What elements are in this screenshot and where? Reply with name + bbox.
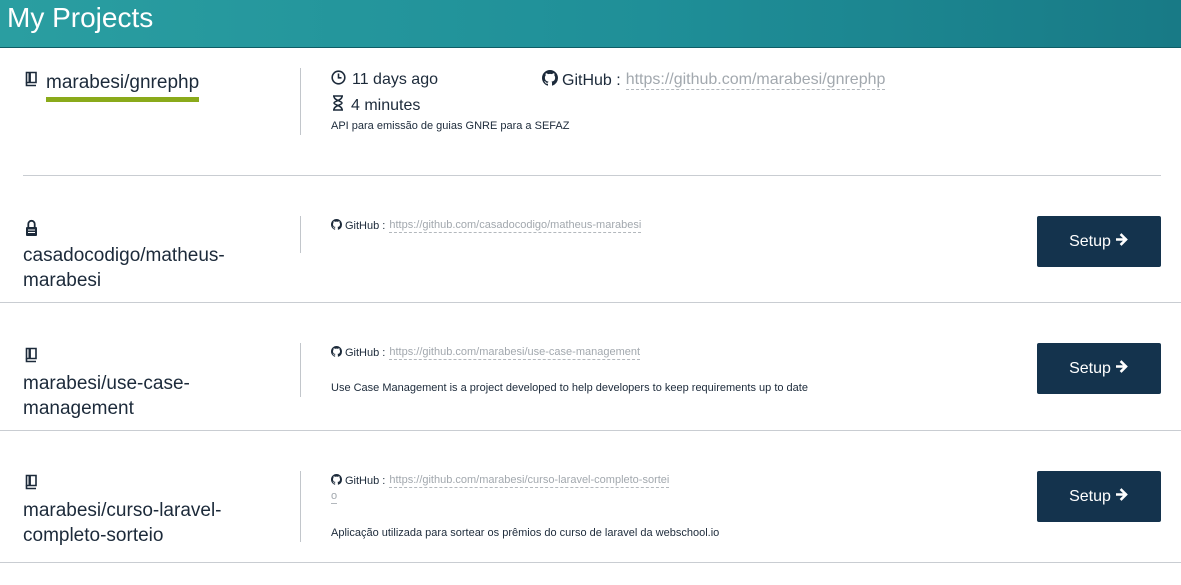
duration-text: 4 minutes: [351, 96, 421, 114]
setup-button[interactable]: Setup: [1037, 216, 1161, 267]
row-divider: [0, 430, 1181, 431]
github-link[interactable]: https://github.com/marabesi/curso-larave…: [389, 474, 670, 488]
arrow-right-icon: [1115, 232, 1129, 251]
project-name-line: marabesi/curso-laravel-: [23, 500, 222, 521]
project-name-line: management: [23, 398, 134, 419]
last-run: 11 days ago: [331, 70, 438, 90]
column-divider: [300, 216, 301, 253]
github-link[interactable]: https://github.com/marabesi/gnrephp: [625, 71, 886, 90]
column-divider: [300, 471, 301, 542]
row-divider: [23, 175, 1161, 176]
project-name[interactable]: casadocodigo/matheus- marabesi: [23, 243, 225, 293]
github-icon: [331, 472, 342, 490]
project-description: Aplicação utilizada para sortear os prêm…: [331, 527, 720, 539]
page-header: My Projects: [0, 0, 1181, 48]
project-name[interactable]: marabesi/curso-laravel- completo-sorteio: [23, 498, 222, 548]
github-link[interactable]: https://github.com/casadocodigo/matheus-…: [389, 219, 642, 233]
book-icon: [25, 71, 38, 87]
last-run-text: 11 days ago: [352, 71, 438, 88]
project-description: API para emissão de guias GNRE para a SE…: [331, 120, 570, 132]
project-name-line: marabesi/use-case-: [23, 373, 190, 394]
project-name-link[interactable]: marabesi/gnrephp: [46, 70, 200, 102]
github-icon: [331, 344, 342, 362]
arrow-right-icon: [1115, 487, 1129, 506]
github-label: GitHub :: [562, 71, 621, 89]
project-name-line: completo-sorteio: [23, 525, 164, 546]
project-name[interactable]: marabesi/use-case- management: [23, 371, 190, 421]
project-name-line: casadocodigo/matheus-: [23, 245, 225, 266]
project-name-line: marabesi: [23, 270, 102, 291]
github-icon: [542, 70, 558, 91]
book-icon: [25, 347, 38, 363]
column-divider: [300, 343, 301, 397]
arrow-right-icon: [1115, 359, 1129, 378]
duration: 4 minutes: [331, 95, 420, 116]
book-icon: [25, 474, 38, 490]
setup-button[interactable]: Setup: [1037, 471, 1161, 522]
setup-button-label: Setup: [1069, 487, 1111, 505]
github-link-continued[interactable]: o: [331, 490, 338, 504]
row-divider: [0, 302, 1181, 303]
github-icon: [331, 217, 342, 235]
github-line: GitHub : https://github.com/marabesi/use…: [331, 344, 641, 362]
github-line: GitHub : https://github.com/casadocodigo…: [331, 217, 642, 235]
github-line: GitHub : https://github.com/marabesi/cur…: [331, 472, 670, 490]
lock-icon: [25, 219, 38, 237]
project-description: Use Case Management is a project develop…: [331, 382, 808, 394]
github-label: GitHub :: [345, 347, 386, 359]
page-title: My Projects: [7, 2, 154, 33]
hourglass-icon: [331, 95, 345, 116]
github-label: GitHub :: [345, 475, 386, 487]
github-label: GitHub :: [345, 220, 386, 232]
column-divider: [300, 68, 301, 135]
setup-button-label: Setup: [1069, 232, 1111, 250]
setup-button[interactable]: Setup: [1037, 343, 1161, 394]
setup-button-label: Setup: [1069, 359, 1111, 377]
clock-icon: [331, 70, 346, 90]
row-divider: [0, 562, 1181, 563]
github-link[interactable]: https://github.com/marabesi/use-case-man…: [389, 346, 641, 360]
github-line: GitHub : https://github.com/marabesi/gnr…: [542, 70, 886, 91]
